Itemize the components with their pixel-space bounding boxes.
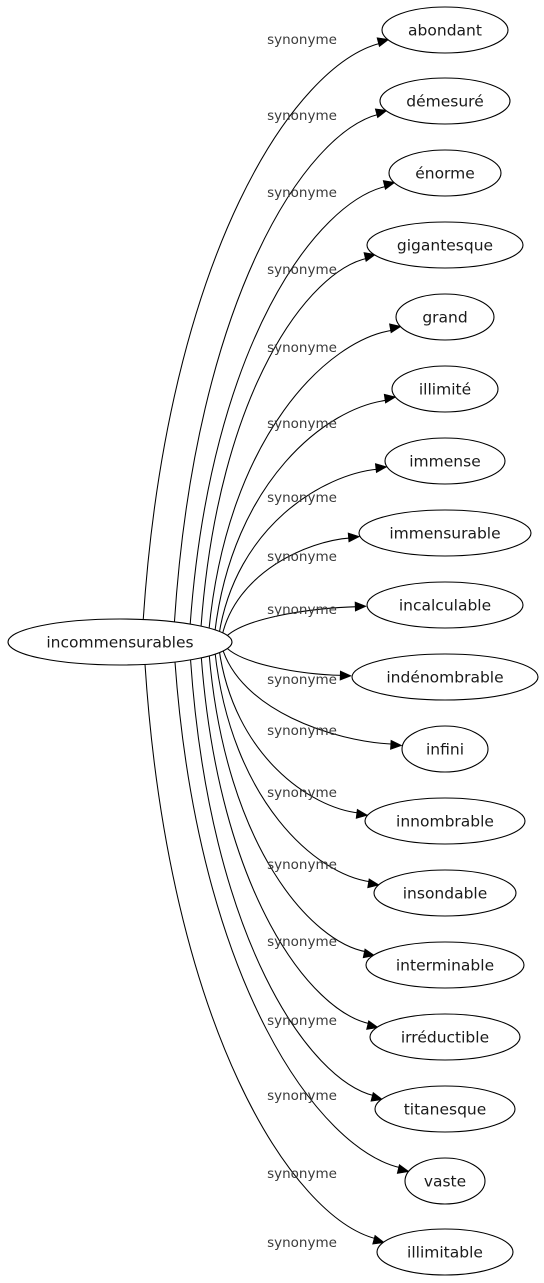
edge-arrowhead (347, 532, 361, 543)
node-label: grand (422, 309, 467, 327)
edge-synonyme-abondant (142, 42, 382, 620)
diagram-canvas: synonyme synonyme synonyme synonyme synonyme… (7, 6, 539, 1276)
node-label: énorme (415, 165, 475, 183)
node-énorme[interactable]: énorme (388, 149, 502, 197)
node-indénombrable[interactable]: indénombrable (351, 653, 539, 701)
edge-label-synonyme: synonyme (267, 1088, 337, 1104)
nodes-layer: abondant démesuré énorme gigantesque grand il… (351, 6, 539, 1276)
node-label: vaste (424, 1173, 466, 1191)
edge-label-synonyme: synonyme (267, 934, 337, 950)
edge-label-synonyme: synonyme (267, 340, 337, 356)
node-label: infini (426, 741, 464, 759)
edge-label-synonyme: synonyme (267, 32, 337, 48)
edge-label-synonyme: synonyme (267, 857, 337, 873)
node-label: incalculable (399, 597, 491, 615)
node-label: titanesque (404, 1101, 487, 1119)
node-label: gigantesque (397, 237, 493, 255)
edge-synonyme-irréductible (200, 656, 371, 1025)
node-titanesque[interactable]: titanesque (374, 1085, 516, 1133)
edge-arrowhead (354, 601, 367, 612)
node-abondant[interactable]: abondant (381, 6, 509, 54)
node-irréductible[interactable]: irréductible (369, 1013, 521, 1061)
edge-label-synonyme: synonyme (267, 549, 337, 565)
edge-label-synonyme: synonyme (267, 185, 337, 201)
edge-label-synonyme: synonyme (267, 490, 337, 506)
edge-label-synonyme: synonyme (267, 416, 337, 432)
root-node-label: incommensurables (46, 634, 193, 652)
edge-arrowhead (374, 463, 388, 474)
node-illimité[interactable]: illimité (391, 365, 499, 413)
node-illimitable[interactable]: illimitable (376, 1228, 514, 1276)
edge-synonyme-indénombrable (222, 642, 343, 676)
edge-label-synonyme: synonyme (267, 108, 337, 124)
edge-arrowhead (339, 670, 352, 681)
node-immensurable[interactable]: immensurable (358, 509, 532, 557)
node-label: irréductible (401, 1029, 489, 1047)
node-label: indénombrable (386, 669, 503, 687)
node-label: innombrable (396, 813, 494, 831)
root-node-layer: incommensurables (7, 618, 233, 666)
edge-synonyme-illimitable (144, 664, 377, 1240)
edge-label-synonyme: synonyme (267, 1235, 337, 1251)
node-label: illimitable (407, 1244, 483, 1262)
node-gigantesque[interactable]: gigantesque (366, 221, 524, 269)
edge-arrowhead (390, 739, 403, 750)
node-vaste[interactable]: vaste (404, 1157, 486, 1205)
node-grand[interactable]: grand (395, 293, 495, 341)
edge-label-synonyme: synonyme (267, 1166, 337, 1182)
node-label: illimité (419, 381, 471, 399)
edge-label-synonyme: synonyme (267, 785, 337, 801)
node-label: immensurable (389, 525, 500, 543)
node-innombrable[interactable]: innombrable (364, 797, 526, 845)
edge-label-synonyme: synonyme (267, 723, 337, 739)
node-interminable[interactable]: interminable (365, 941, 525, 989)
edge-synonyme-illimité (214, 399, 388, 633)
edge-synonyme-grand (208, 329, 394, 631)
node-label: interminable (396, 957, 494, 975)
edge-label-synonyme: synonyme (267, 1013, 337, 1029)
edge-label-synonyme: synonyme (267, 672, 337, 688)
edge-label-synonyme: synonyme (267, 262, 337, 278)
node-label: insondable (403, 885, 488, 903)
node-infini[interactable]: infini (401, 725, 489, 773)
edge-synonyme-interminable (208, 653, 367, 953)
edge-arrowhead (396, 1164, 410, 1174)
node-label: immense (409, 453, 480, 471)
synonym-diagram: synonyme synonyme synonyme synonyme synonyme… (0, 0, 544, 1283)
node-label: démesuré (406, 93, 483, 111)
node-démesuré[interactable]: démesuré (379, 77, 511, 125)
node-label: abondant (408, 22, 482, 40)
node-incalculable[interactable]: incalculable (366, 581, 524, 629)
edge-label-synonyme: synonyme (267, 602, 337, 618)
edge-synonyme-gigantesque (200, 257, 368, 628)
node-insondable[interactable]: insondable (373, 869, 517, 917)
root-node-incommensurables[interactable]: incommensurables (7, 618, 233, 666)
node-immense[interactable]: immense (384, 437, 506, 485)
